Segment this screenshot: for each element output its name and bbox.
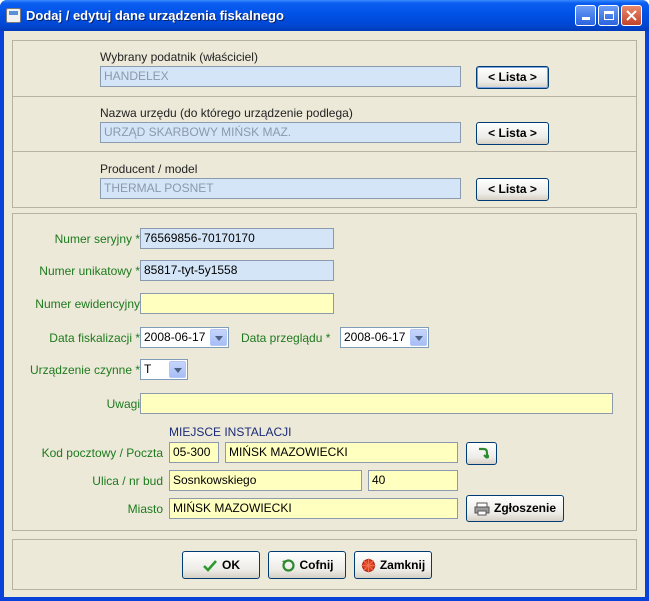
stop-icon xyxy=(361,558,376,573)
office-label: Nazwa urzędu (do którego urządzenie podl… xyxy=(100,106,353,120)
fiscal-date-value: 2008-06-17 xyxy=(144,330,206,344)
producer-label: Producent / model xyxy=(100,162,198,176)
active-select[interactable]: T xyxy=(140,359,188,380)
report-button[interactable]: Zgłoszenie xyxy=(466,495,564,522)
office-field[interactable]: URZĄD SKARBOWY MIŃSK MAZ. xyxy=(100,122,461,143)
chevron-down-icon[interactable] xyxy=(210,329,227,346)
install-place-header: MIEJSCE INSTALACJI xyxy=(169,425,292,439)
chevron-down-icon[interactable] xyxy=(169,361,186,378)
lookup-panel: Wybrany podatnik (właściciel) HANDELEX <… xyxy=(12,40,637,208)
unique-field[interactable]: 85817-tyt-5y1558 xyxy=(140,260,334,281)
producer-field[interactable]: THERMAL POSNET xyxy=(100,178,461,199)
ok-label: OK xyxy=(222,558,240,572)
chevron-down-icon[interactable] xyxy=(410,329,427,346)
close-icon xyxy=(626,10,637,21)
review-date-value: 2008-06-17 xyxy=(344,330,406,344)
owner-list-button[interactable]: < Lista > xyxy=(476,66,549,89)
unique-label: Numer unikatowy * xyxy=(39,264,140,278)
active-value: T xyxy=(144,362,152,376)
device-form-panel: Numer seryjny * 76569856-70170170 Numer … xyxy=(12,213,637,531)
report-button-label: Zgłoszenie xyxy=(493,501,556,515)
arrow-return-icon xyxy=(478,447,491,459)
serial-label: Numer seryjny * xyxy=(54,232,140,246)
owner-field[interactable]: HANDELEX xyxy=(100,66,461,87)
divider xyxy=(13,96,636,97)
office-list-button[interactable]: < Lista > xyxy=(476,122,549,145)
footer-panel: OK Cofnij Zamknij xyxy=(12,539,637,590)
dialog-client: Wybrany podatnik (właściciel) HANDELEX <… xyxy=(4,31,645,597)
review-date-label: Data przeglądu * xyxy=(241,331,331,345)
fiscal-date-label: Data fiskalizacji * xyxy=(49,331,140,345)
serial-field[interactable]: 76569856-70170170 xyxy=(140,228,334,249)
city-field[interactable]: MIŃSK MAZOWIECKI xyxy=(169,498,458,519)
divider xyxy=(13,151,636,152)
undo-icon xyxy=(281,559,295,572)
active-label: Urządzenie czynne * xyxy=(29,363,140,377)
post-office-field[interactable]: MIŃSK MAZOWIECKI xyxy=(225,442,458,463)
minimize-button[interactable] xyxy=(575,5,596,26)
owner-label: Wybrany podatnik (właściciel) xyxy=(100,50,258,64)
close-label: Zamknij xyxy=(379,558,426,572)
fiscal-date-picker[interactable]: 2008-06-17 xyxy=(140,327,229,348)
notes-label: Uwagi xyxy=(106,397,140,411)
postal-code-field[interactable]: 05-300 xyxy=(169,442,219,463)
close-button[interactable] xyxy=(621,5,642,26)
city-label: Miasto xyxy=(127,502,163,516)
printer-icon xyxy=(474,502,490,516)
undo-label: Cofnij xyxy=(299,558,334,572)
building-number-field[interactable]: 40 xyxy=(368,470,458,491)
dialog-window: Dodaj / edytuj dane urządzenia fiskalneg… xyxy=(0,0,649,601)
producer-list-button[interactable]: < Lista > xyxy=(476,178,549,201)
street-label: Ulica / nr bud xyxy=(92,474,163,488)
close-dialog-button[interactable]: Zamknij xyxy=(354,551,432,579)
maximize-icon xyxy=(603,11,614,20)
notes-field[interactable] xyxy=(140,393,613,414)
title-bar[interactable]: Dodaj / edytuj dane urządzenia fiskalneg… xyxy=(0,0,649,31)
undo-button[interactable]: Cofnij xyxy=(268,551,346,579)
ok-button[interactable]: OK xyxy=(182,551,260,579)
postal-label: Kod pocztowy / Poczta xyxy=(41,446,163,460)
copy-city-button[interactable] xyxy=(466,442,497,465)
evidence-label: Numer ewidencyjny xyxy=(35,297,140,311)
app-icon xyxy=(6,8,21,23)
minimize-icon xyxy=(581,17,590,20)
maximize-button[interactable] xyxy=(598,5,619,26)
checkmark-icon xyxy=(203,559,217,572)
window-title: Dodaj / edytuj dane urządzenia fiskalneg… xyxy=(26,8,284,23)
street-field[interactable]: Sosnkowskiego xyxy=(169,470,362,491)
review-date-picker[interactable]: 2008-06-17 xyxy=(340,327,429,348)
evidence-field[interactable] xyxy=(140,293,334,314)
